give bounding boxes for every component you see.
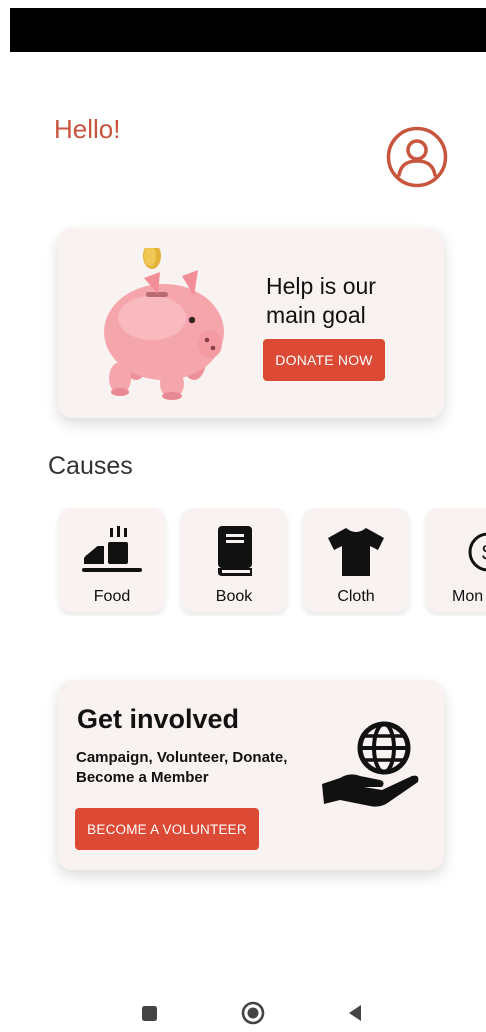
recents-square-icon[interactable] <box>135 998 165 1028</box>
user-circle-icon[interactable] <box>386 126 448 188</box>
become-volunteer-button[interactable]: BECOME A VOLUNTEER <box>75 808 259 850</box>
causes-list: Food Book Cloth $ Mon <box>0 508 486 616</box>
system-nav-bar <box>0 998 486 1032</box>
book-icon <box>218 526 252 576</box>
piggy-bank-icon <box>104 248 224 400</box>
money-icon: $ <box>468 532 486 572</box>
status-bar <box>10 8 486 52</box>
cause-label: Cloth <box>337 588 375 605</box>
svg-text:$: $ <box>482 540 486 565</box>
hero-title: Help is our main goal <box>266 273 376 328</box>
cause-food[interactable]: Food <box>59 508 165 612</box>
cause-book[interactable]: Book <box>181 508 287 612</box>
food-icon <box>82 526 142 572</box>
cause-cloth[interactable]: Cloth <box>303 508 409 612</box>
greeting-text: Hello! <box>54 114 121 144</box>
cause-label: Food <box>93 588 131 605</box>
donate-hero-card: Help is our main goal DONATE NOW <box>58 228 444 418</box>
donate-now-button[interactable]: DONATE NOW <box>263 339 385 381</box>
involve-title: Get involved <box>77 704 240 734</box>
get-involved-card: Get involved Campaign, Volunteer, Donate… <box>58 680 444 870</box>
home-circle-icon[interactable] <box>238 998 268 1028</box>
globe-in-hand-icon <box>322 721 419 807</box>
tshirt-icon <box>328 528 384 576</box>
cause-label: Book <box>215 588 253 605</box>
cause-money[interactable]: $ Mon <box>426 508 486 612</box>
back-triangle-icon[interactable] <box>341 998 371 1028</box>
involve-subtitle: Campaign, Volunteer, Donate, Become a Me… <box>76 749 288 786</box>
causes-title: Causes <box>48 452 133 480</box>
cause-label: Mon <box>452 588 484 605</box>
